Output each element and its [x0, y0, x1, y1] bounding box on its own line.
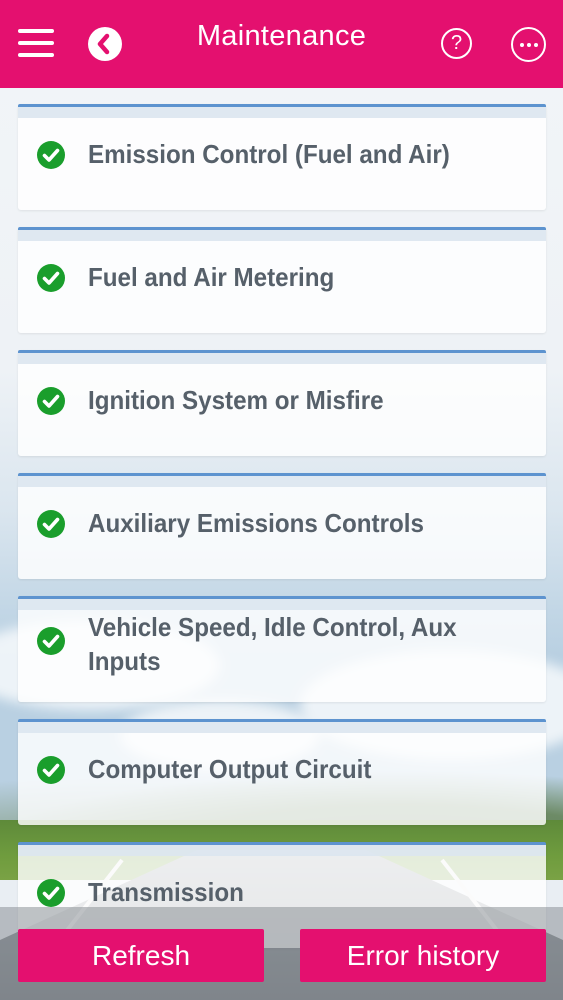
help-question-icon[interactable]: ?	[441, 28, 472, 59]
more-ellipsis-icon[interactable]	[511, 27, 546, 62]
list-item-label: Emission Control (Fuel and Air)	[88, 139, 450, 169]
list-item[interactable]: Vehicle Speed, Idle Control, Aux Inputs	[18, 596, 546, 702]
bottom-action-bar: Refresh Error history	[0, 907, 563, 1000]
list-item[interactable]: Ignition System or Misfire	[18, 350, 546, 456]
green-check-circle-icon	[37, 141, 65, 169]
list-item[interactable]: Fuel and Air Metering	[18, 227, 546, 333]
refresh-button[interactable]: Refresh	[18, 929, 264, 982]
list-item-label: Auxiliary Emissions Controls	[88, 508, 424, 538]
list-item-label: Ignition System or Misfire	[88, 385, 384, 415]
list-item[interactable]: Auxiliary Emissions Controls	[18, 473, 546, 579]
list-item-label: Computer Output Circuit	[88, 754, 372, 784]
page-title: Maintenance	[196, 20, 367, 52]
maintenance-list: Emission Control (Fuel and Air) Fuel and…	[18, 104, 546, 965]
green-check-circle-icon	[37, 264, 65, 292]
list-item[interactable]: Emission Control (Fuel and Air)	[18, 104, 546, 210]
error-history-button[interactable]: Error history	[300, 929, 546, 982]
green-check-circle-icon	[37, 756, 65, 784]
list-item-label: Transmission	[88, 877, 244, 907]
app-header: Maintenance ?	[0, 0, 563, 88]
green-check-circle-icon	[37, 879, 65, 907]
list-item-label: Fuel and Air Metering	[88, 262, 335, 292]
list-item[interactable]: Computer Output Circuit	[18, 719, 546, 825]
green-check-circle-icon	[37, 510, 65, 538]
green-check-circle-icon	[37, 387, 65, 415]
list-item-label: Vehicle Speed, Idle Control, Aux Inputs	[88, 612, 457, 676]
green-check-circle-icon	[37, 627, 65, 655]
